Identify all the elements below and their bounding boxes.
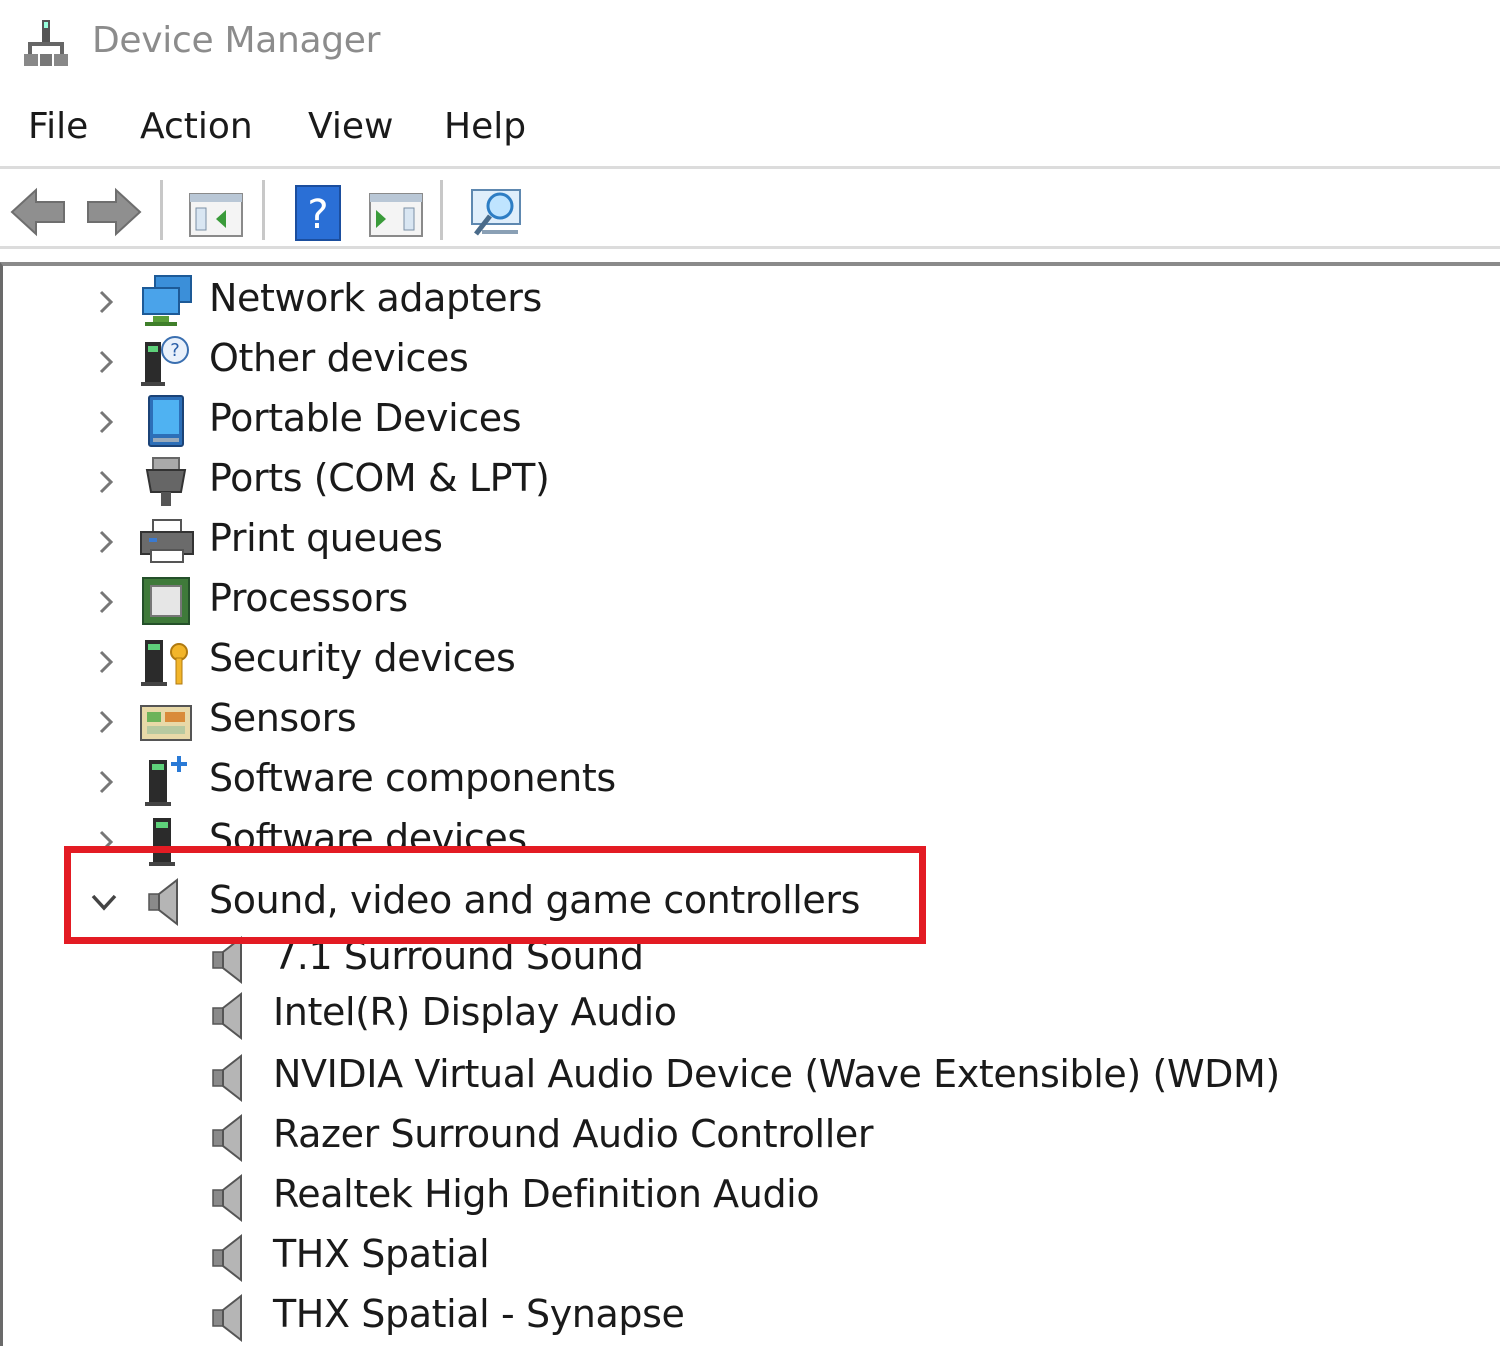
chevron-right-icon[interactable] [89, 582, 123, 622]
speaker-icon [212, 1293, 242, 1343]
chevron-right-icon[interactable] [89, 642, 123, 682]
svg-text:?: ? [170, 340, 180, 361]
chevron-right-icon[interactable] [89, 342, 123, 382]
tree-item-label: Sound, video and game controllers [209, 878, 861, 922]
scan-hardware-changes-icon [471, 189, 521, 236]
help-icon: ? [295, 185, 341, 241]
other-devices-icon: ? [141, 336, 189, 386]
show-hide-console-tree-icon [189, 193, 243, 237]
menu-bar: File Action View Help [0, 96, 1500, 164]
sensor-icon [140, 705, 192, 741]
title-bar: Device Manager [0, 0, 1500, 90]
toolbar-separator [262, 180, 265, 240]
tree-child-item[interactable]: NVIDIA Virtual Audio Device (Wave Extens… [3, 1048, 1493, 1106]
portable-device-icon [148, 395, 184, 447]
menu-action[interactable]: Action [140, 106, 253, 147]
menu-view[interactable]: View [308, 106, 393, 147]
tree-item-security-devices[interactable]: Security devices [3, 632, 1493, 690]
tree-child-label: Intel(R) Display Audio [273, 990, 677, 1034]
tree-child-item[interactable]: Intel(R) Display Audio [3, 986, 1493, 1044]
device-manager-app-icon [24, 20, 68, 66]
chevron-right-icon[interactable] [89, 762, 123, 802]
tree-child-item[interactable]: Razer Surround Audio Controller [3, 1108, 1493, 1166]
tree-child-item[interactable]: THX Spatial [3, 1228, 1493, 1286]
tree-child-label: THX Spatial [273, 1232, 490, 1276]
speaker-icon [212, 1233, 242, 1283]
tree-item-other-devices[interactable]: ? Other devices [3, 332, 1493, 390]
scan-hardware-button[interactable] [468, 182, 528, 242]
software-device-icon [149, 818, 175, 866]
menu-help[interactable]: Help [444, 106, 526, 147]
chevron-right-icon[interactable] [89, 822, 123, 862]
tree-item-ports[interactable]: Ports (COM & LPT) [3, 452, 1493, 510]
device-tree: Network adapters ? Other devices Portabl… [0, 262, 1500, 1346]
properties-button[interactable] [366, 182, 426, 242]
menu-separator [0, 166, 1500, 169]
toolbar: ? [0, 172, 1500, 248]
toolbar-separator [160, 180, 163, 240]
network-adapter-icon [142, 275, 192, 326]
forward-button[interactable] [84, 182, 144, 242]
chevron-right-icon[interactable] [89, 702, 123, 742]
tree-child-label: Realtek High Definition Audio [273, 1172, 820, 1216]
tree-item-network-adapters[interactable]: Network adapters [3, 272, 1493, 330]
tree-item-portable-devices[interactable]: Portable Devices [3, 392, 1493, 450]
back-arrow-icon [10, 187, 65, 237]
tree-child-label: Razer Surround Audio Controller [273, 1112, 874, 1156]
tree-item-sound-video-game-controllers[interactable]: Sound, video and game controllers [3, 870, 1493, 932]
speaker-icon [148, 877, 178, 927]
tree-item-sensors[interactable]: Sensors [3, 692, 1493, 750]
tree-item-label: Other devices [209, 336, 469, 380]
processor-icon [142, 577, 190, 625]
tree-child-item[interactable]: Realtek High Definition Audio [3, 1168, 1493, 1226]
port-icon [145, 457, 187, 506]
tree-item-label: Software components [209, 756, 616, 800]
tree-item-processors[interactable]: Processors [3, 572, 1493, 630]
security-device-icon [141, 640, 188, 686]
tree-item-software-components[interactable]: Software components [3, 752, 1493, 810]
window-title: Device Manager [92, 20, 381, 61]
speaker-icon [212, 1173, 242, 1223]
tree-child-label: THX Spatial - Synapse [273, 1292, 685, 1336]
chevron-right-icon[interactable] [89, 522, 123, 562]
speaker-icon [212, 991, 242, 1041]
back-button[interactable] [8, 182, 68, 242]
svg-text:?: ? [307, 192, 328, 238]
help-button[interactable]: ? [290, 182, 350, 242]
show-hide-console-tree-button[interactable] [186, 182, 246, 242]
chevron-right-icon[interactable] [89, 282, 123, 322]
properties-icon [369, 193, 423, 237]
chevron-right-icon[interactable] [89, 402, 123, 442]
tree-item-label: Software devices [209, 816, 527, 860]
tree-item-label: Sensors [209, 696, 357, 740]
toolbar-separator-line [0, 246, 1500, 249]
menu-file[interactable]: File [28, 106, 88, 147]
speaker-icon [212, 1053, 242, 1103]
forward-arrow-icon [87, 187, 142, 237]
chevron-down-icon[interactable] [87, 882, 121, 922]
toolbar-separator [440, 180, 443, 240]
tree-item-label: Network adapters [209, 276, 542, 320]
tree-item-label: Processors [209, 576, 408, 620]
tree-item-label: Security devices [209, 636, 516, 680]
speaker-icon [212, 1113, 242, 1163]
tree-child-item[interactable]: THX Spatial - Synapse [3, 1288, 1493, 1346]
tree-child-label: 7.1 Surround Sound [273, 934, 644, 978]
chevron-right-icon[interactable] [89, 462, 123, 502]
printer-icon [140, 519, 194, 563]
tree-item-label: Ports (COM & LPT) [209, 456, 550, 500]
tree-child-item[interactable]: 7.1 Surround Sound [3, 930, 1493, 988]
software-component-icon [145, 756, 187, 806]
tree-child-label: NVIDIA Virtual Audio Device (Wave Extens… [273, 1052, 1280, 1096]
tree-item-label: Portable Devices [209, 396, 522, 440]
tree-item-print-queues[interactable]: Print queues [3, 512, 1493, 570]
tree-item-software-devices[interactable]: Software devices [3, 812, 1493, 870]
tree-item-label: Print queues [209, 516, 443, 560]
speaker-icon [212, 935, 242, 985]
